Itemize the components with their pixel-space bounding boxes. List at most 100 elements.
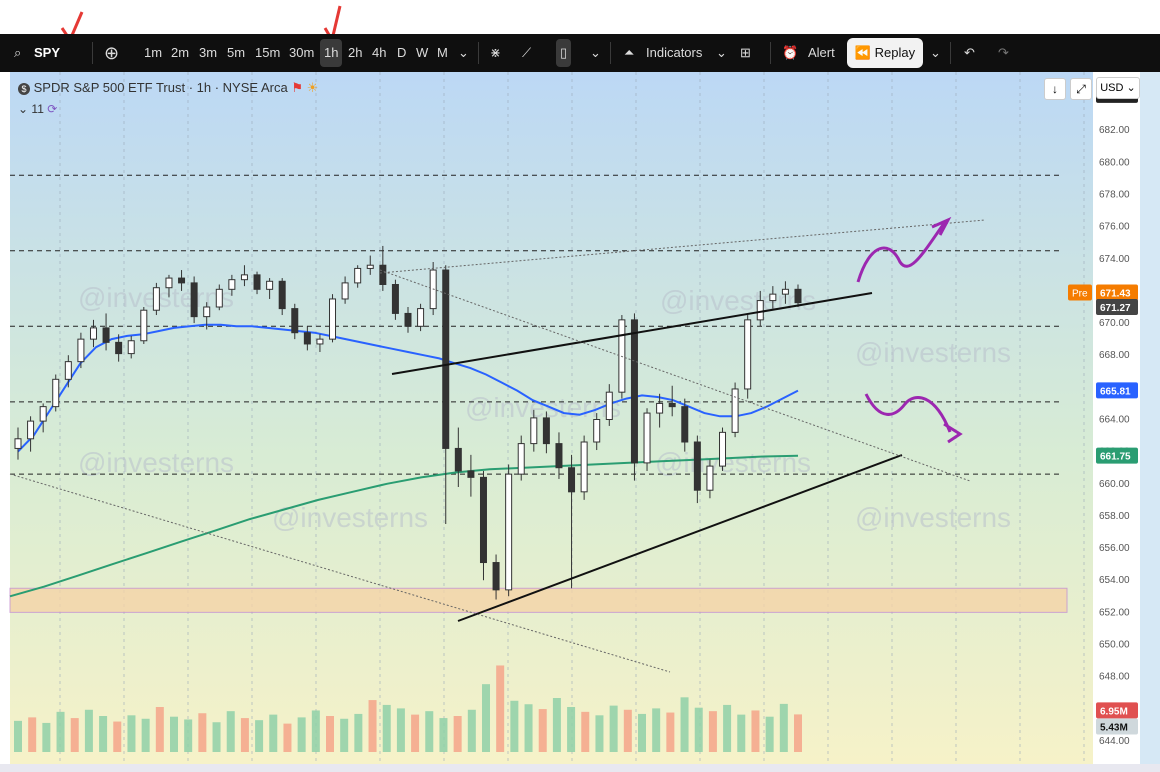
price-tick-label: 668.00	[1099, 350, 1130, 361]
candle-body	[190, 282, 198, 318]
candle-body	[756, 300, 764, 321]
candle-body	[215, 288, 223, 308]
tf-m[interactable]: M	[437, 34, 448, 72]
volume-bar	[240, 718, 249, 752]
volume-bar	[226, 711, 235, 752]
candle-body	[203, 306, 211, 318]
price-tick-label: 654.00	[1099, 575, 1130, 586]
tf-5m[interactable]: 5m	[227, 34, 245, 72]
price-tick-label: 648.00	[1099, 672, 1130, 683]
watermark-text: @investerns	[855, 337, 1011, 368]
candle-body	[316, 338, 324, 345]
candle-body	[530, 417, 538, 445]
tf-15m[interactable]: 15m	[255, 34, 280, 72]
candle-body	[580, 441, 588, 493]
symbol-search[interactable]: SPY	[34, 34, 60, 72]
candle-body	[731, 388, 739, 433]
candle-body	[27, 420, 35, 440]
candle-body	[354, 267, 362, 284]
volume-bar	[666, 712, 675, 752]
currency-select[interactable]: USD ⌄	[1096, 77, 1140, 99]
volume-bar	[42, 722, 51, 752]
tf-30m[interactable]: 30m	[289, 34, 314, 72]
candle-body	[329, 298, 337, 340]
refresh-icon[interactable]: ⟳	[47, 102, 57, 116]
candle-body	[404, 312, 412, 327]
chevron-down-icon[interactable]: ⌄	[930, 34, 941, 72]
compare-add-icon[interactable]: ⊕	[104, 34, 119, 72]
price-tick-label: 656.00	[1099, 543, 1130, 554]
candle-body	[417, 308, 425, 327]
volume-bar	[439, 718, 448, 752]
candle-body	[140, 309, 148, 342]
candle-body	[102, 327, 110, 343]
chevron-down-icon[interactable]: ⌄	[590, 34, 601, 72]
alert-button[interactable]: Alert	[808, 34, 835, 72]
fullscreen-icon[interactable]: ⤢	[1070, 78, 1092, 100]
chevron-down-icon[interactable]: ⌄	[458, 34, 469, 72]
redo-icon[interactable]: ↷	[998, 34, 1009, 72]
candle-body	[77, 338, 85, 363]
watermark-text: @investerns	[855, 502, 1011, 533]
top-strip	[0, 0, 1160, 41]
chevron-down-icon[interactable]: ⌄	[716, 34, 727, 72]
replay-button[interactable]: ⏪ Replay	[847, 38, 923, 68]
flag-icon[interactable]: ⚑	[291, 80, 303, 95]
tf-2h[interactable]: 2h	[348, 34, 362, 72]
legend-title[interactable]: SPDR S&P 500 ETF Trust · 1h · NYSE Arca	[34, 80, 288, 95]
volume-bar	[368, 700, 377, 752]
candle-body	[391, 284, 399, 314]
volume-bar	[538, 709, 547, 752]
volume-bar	[482, 684, 490, 752]
candle-body	[341, 282, 349, 300]
candle-body	[253, 274, 261, 290]
volume-bar	[170, 716, 178, 752]
tf-w[interactable]: W	[416, 34, 428, 72]
indicator-count[interactable]: 11	[31, 102, 43, 116]
undo-icon[interactable]: ↶	[964, 34, 975, 72]
volume-bar	[737, 714, 746, 752]
alarm-clock-icon[interactable]: ⏰	[782, 34, 798, 72]
tf-4h[interactable]: 4h	[372, 34, 386, 72]
price-tick-label: 658.00	[1099, 511, 1130, 522]
tf-2m[interactable]: 2m	[171, 34, 189, 72]
tf-3m[interactable]: 3m	[199, 34, 217, 72]
line-chart-icon[interactable]: ⟋	[522, 34, 531, 72]
candle-body	[505, 473, 513, 591]
bar-style-icon[interactable]: ⋇	[490, 34, 501, 72]
volume-bar	[212, 722, 221, 752]
price-tag-last: 671.27	[1100, 303, 1131, 314]
volume-bar	[708, 711, 717, 752]
price-chart[interactable]: @investerns @investerns @investerns @invest…	[0, 72, 1160, 772]
tf-1m[interactable]: 1m	[144, 34, 162, 72]
indicators-button[interactable]: Indicators	[646, 34, 702, 72]
candle-body	[89, 327, 97, 340]
candle-body	[39, 406, 47, 422]
volume-bar	[283, 723, 292, 752]
candle-body	[542, 417, 550, 445]
candle-body	[781, 288, 789, 295]
pre-label: Pre	[1072, 289, 1088, 300]
arrow-down-icon[interactable]: ↓	[1044, 78, 1066, 100]
indicators-icon[interactable]: ⏶	[624, 34, 634, 72]
candle-body	[165, 277, 173, 289]
volume-bar	[595, 715, 604, 752]
candle-body	[555, 443, 563, 469]
tf-d[interactable]: D	[397, 34, 406, 72]
candle-body	[14, 438, 22, 449]
candle-body	[794, 288, 802, 304]
search-icon[interactable]: ⌕	[14, 34, 21, 72]
price-tag-pre: 671.43	[1100, 289, 1131, 300]
price-tick-label: 676.00	[1099, 222, 1130, 233]
candle-body	[643, 412, 651, 464]
toolbar-divider	[478, 42, 479, 64]
chart-area[interactable]: @investerns @investerns @investerns @invest…	[0, 72, 1160, 772]
tf-1h[interactable]: 1h	[320, 39, 343, 67]
volume-bar	[255, 720, 264, 752]
candle-body	[769, 293, 777, 302]
candle-body	[442, 269, 450, 449]
candle-body	[454, 447, 462, 472]
collapse-chevron-icon[interactable]: ⌄	[18, 102, 28, 116]
candles-icon[interactable]: ▯	[556, 39, 572, 67]
layouts-icon[interactable]: ⊞	[740, 34, 751, 72]
